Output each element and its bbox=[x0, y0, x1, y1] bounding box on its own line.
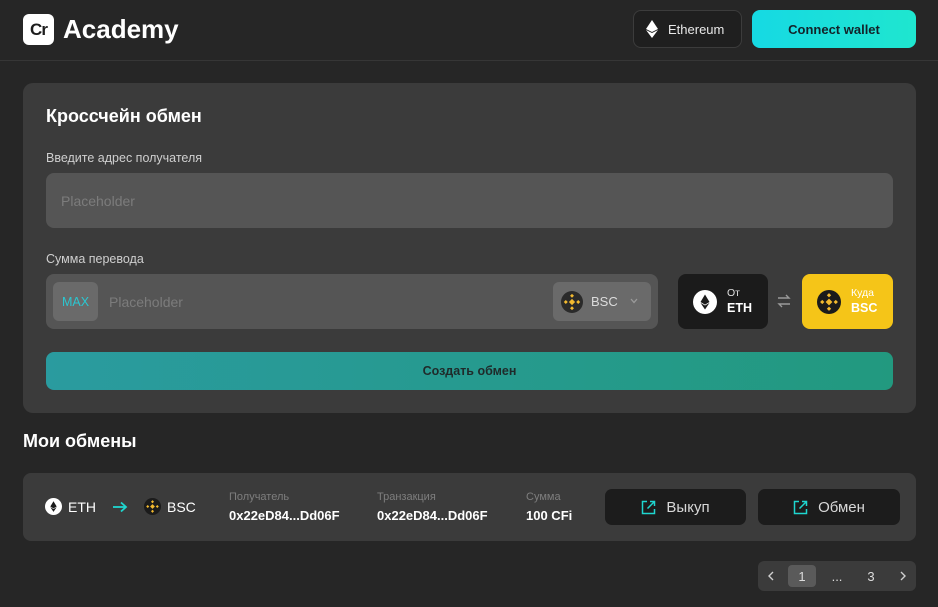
token-select[interactable]: BSC bbox=[553, 282, 651, 321]
recipient-column: Получатель 0x22eD84...Dd06F bbox=[229, 491, 340, 523]
token-select-label: BSC bbox=[591, 294, 618, 309]
network-label: Ethereum bbox=[668, 21, 725, 37]
page-ellipsis: ... bbox=[831, 568, 843, 584]
ethereum-icon bbox=[646, 20, 658, 38]
recipient-address-input[interactable] bbox=[46, 173, 893, 228]
amount-column-label: Сумма bbox=[526, 491, 561, 503]
ethereum-icon bbox=[45, 498, 62, 515]
from-chain-label: ETH bbox=[68, 498, 96, 515]
amount-value: 100 CFi bbox=[526, 508, 573, 523]
page-3-button[interactable]: 3 bbox=[858, 561, 884, 591]
page-1-button[interactable]: 1 bbox=[788, 565, 816, 587]
chevron-right-icon bbox=[900, 571, 906, 581]
card-title: Кроссчейн обмен bbox=[46, 106, 202, 126]
next-page-button[interactable] bbox=[890, 561, 916, 591]
to-chain-button[interactable]: Куда BSC bbox=[802, 274, 893, 329]
from-caption: От bbox=[727, 287, 740, 299]
bsc-icon bbox=[144, 498, 161, 515]
network-selector-button[interactable]: Ethereum bbox=[633, 10, 742, 48]
transaction-column: Транзакция 0x22eD84...Dd06F bbox=[377, 491, 488, 523]
logo-badge[interactable]: Cr bbox=[23, 14, 54, 45]
external-link-icon bbox=[793, 500, 808, 514]
amount-field: MAX BSC bbox=[46, 274, 658, 329]
from-chain-label: ETH bbox=[727, 301, 752, 315]
pagination: 1 ... 3 bbox=[758, 561, 916, 591]
bsc-icon bbox=[817, 290, 841, 314]
chevron-left-icon bbox=[768, 571, 774, 581]
crosschain-exchange-card: Кроссчейн обмен Введите адрес получателя… bbox=[23, 83, 916, 413]
transaction-hash[interactable]: 0x22eD84...Dd06F bbox=[377, 508, 488, 523]
logo-text[interactable]: Academy bbox=[63, 13, 179, 45]
bsc-icon bbox=[561, 290, 583, 313]
exchange-button[interactable]: Обмен bbox=[758, 489, 900, 525]
arrow-right-icon bbox=[113, 501, 128, 512]
from-chain-button[interactable]: От ETH bbox=[678, 274, 768, 329]
exchange-label: Обмен bbox=[818, 498, 865, 516]
recipient-label: Введите адрес получателя bbox=[46, 151, 203, 165]
redeem-button[interactable]: Выкуп bbox=[605, 489, 746, 525]
to-chain-label: BSC bbox=[167, 498, 196, 515]
external-link-icon bbox=[642, 500, 656, 514]
create-exchange-button[interactable]: Создать обмен bbox=[46, 352, 893, 390]
prev-page-button[interactable] bbox=[758, 561, 784, 591]
to-chain-label: BSC bbox=[851, 301, 878, 315]
transaction-column-label: Транзакция bbox=[377, 491, 436, 503]
chevron-down-icon bbox=[630, 298, 638, 304]
redeem-label: Выкуп bbox=[666, 498, 710, 516]
top-header: Cr Academy Ethereum Connect wallet bbox=[0, 0, 938, 61]
recipient-address[interactable]: 0x22eD84...Dd06F bbox=[229, 508, 340, 523]
connect-wallet-button[interactable]: Connect wallet bbox=[752, 10, 916, 48]
exchange-row: ETH BSC Получатель 0x22eD84...Dd06F Тран… bbox=[23, 473, 916, 541]
amount-column: Сумма 100 CFi bbox=[526, 491, 572, 523]
to-caption: Куда bbox=[851, 287, 874, 299]
amount-input[interactable] bbox=[109, 274, 529, 329]
recipient-column-label: Получатель bbox=[229, 491, 290, 503]
chain-pair: ETH BSC bbox=[45, 498, 196, 515]
amount-label: Сумма перевода bbox=[46, 252, 144, 266]
swap-icon[interactable] bbox=[777, 292, 791, 310]
max-button[interactable]: MAX bbox=[53, 282, 98, 321]
ethereum-icon bbox=[693, 290, 717, 314]
my-exchanges-title: Мои обмены bbox=[23, 431, 137, 451]
